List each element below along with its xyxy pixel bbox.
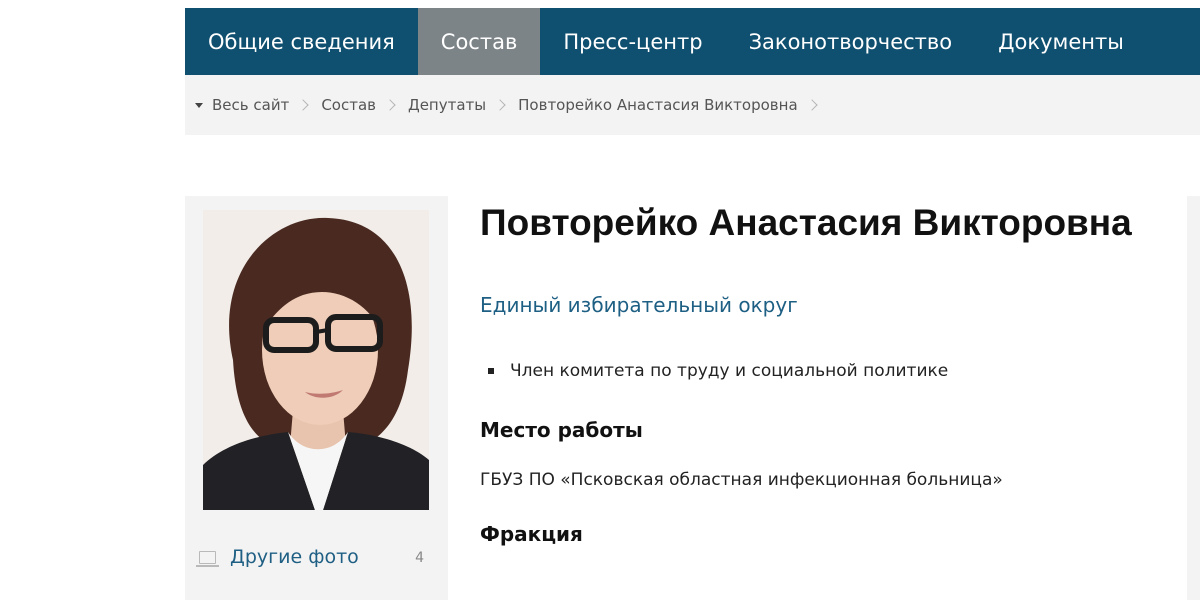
other-photos-link[interactable]: Другие фото 4 <box>196 544 436 570</box>
photo-panel: Другие фото 4 <box>185 196 448 600</box>
bullet-icon <box>488 368 494 374</box>
workplace-heading: Место работы <box>480 418 643 442</box>
other-photos-label: Другие фото <box>230 546 359 568</box>
nav-item-lawmaking[interactable]: Законотворчество <box>726 8 976 75</box>
chevron-right-icon <box>384 99 396 111</box>
list-item: Член комитета по труду и социальной поли… <box>480 361 1180 381</box>
breadcrumb: Весь сайт Состав Депутаты Повторейко Ана… <box>185 75 1200 135</box>
role-text: Член комитета по труду и социальной поли… <box>510 361 949 381</box>
breadcrumb-item-whole-site[interactable]: Весь сайт <box>212 96 289 114</box>
roles-list: Член комитета по труду и социальной поли… <box>480 361 1180 381</box>
photos-icon <box>196 550 219 567</box>
nav-item-press-center[interactable]: Пресс-центр <box>540 8 725 75</box>
caret-down-icon[interactable] <box>195 102 203 108</box>
page-title: Повторейко Анастасия Викторовна <box>480 202 1132 243</box>
breadcrumb-item-composition[interactable]: Состав <box>321 96 376 114</box>
nav-item-general[interactable]: Общие сведения <box>185 8 418 75</box>
photos-count: 4 <box>415 550 424 566</box>
chevron-right-icon <box>297 99 309 111</box>
chevron-right-icon <box>805 99 818 111</box>
electoral-district: Единый избирательный округ <box>480 293 798 317</box>
chevron-right-icon <box>494 99 506 111</box>
breadcrumb-item-deputies[interactable]: Депутаты <box>408 96 486 114</box>
nav-item-composition[interactable]: Состав <box>417 8 541 75</box>
main-navigation: Общие сведения Состав Пресс-центр Законо… <box>185 8 1200 75</box>
right-panel-edge <box>1187 196 1200 600</box>
workplace-text: ГБУЗ ПО «Псковская областная инфекционна… <box>480 470 1003 490</box>
faction-heading: Фракция <box>480 522 583 546</box>
deputy-profile: Повторейко Анастасия Викторовна Единый и… <box>480 196 1180 546</box>
nav-item-documents[interactable]: Документы <box>975 8 1147 75</box>
breadcrumb-item-current: Повторейко Анастасия Викторовна <box>518 96 798 114</box>
deputy-portrait[interactable] <box>203 210 429 510</box>
